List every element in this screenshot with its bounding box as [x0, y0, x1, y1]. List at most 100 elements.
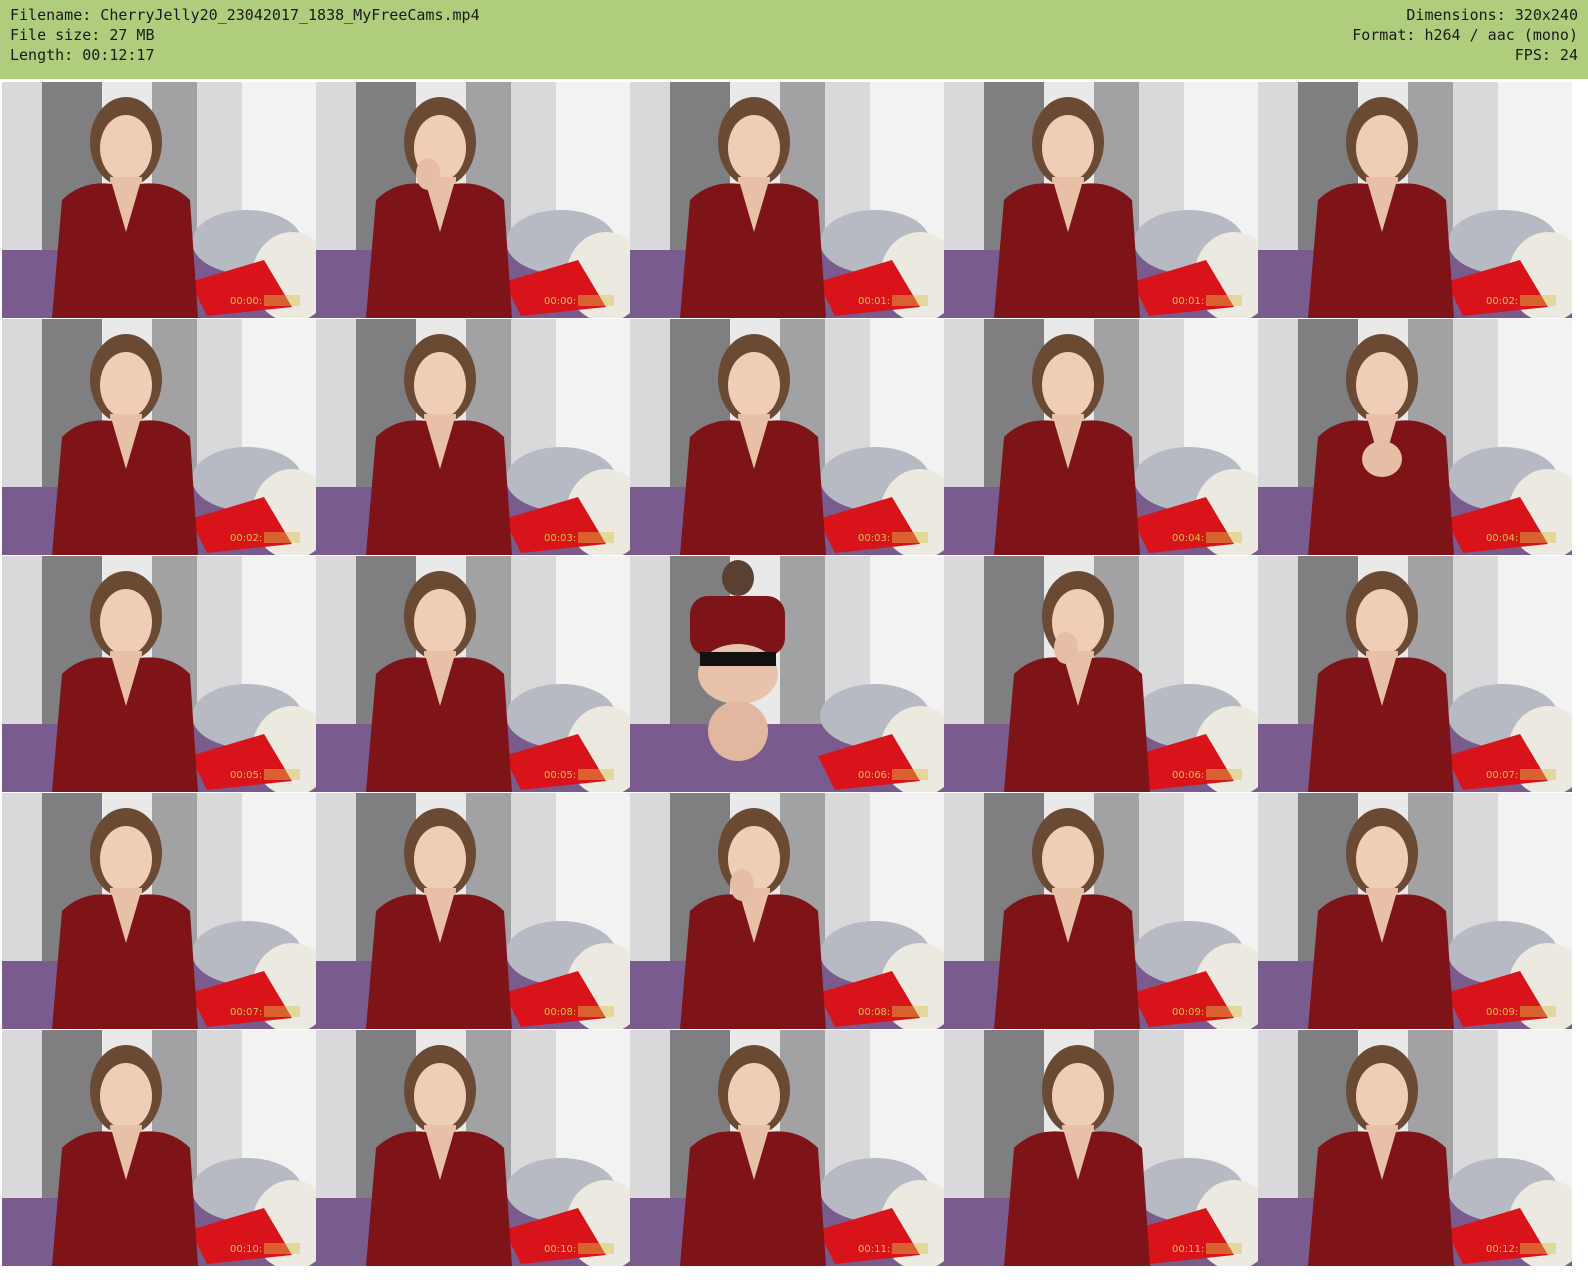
file-info-right: Dimensions: 320x240 Format: h264 / aac (…: [1352, 5, 1578, 65]
fps-line: FPS: 24: [1514, 46, 1578, 64]
filesize-line: File size: 27 MB: [10, 26, 155, 44]
thumbnail-frame: 00:10:: [2, 1030, 316, 1266]
timestamp-label: 00:07:: [1486, 770, 1518, 781]
timestamp-blur: [578, 769, 614, 780]
thumbnail-frame: 00:05:: [2, 556, 316, 792]
timestamp-blur: [1520, 1006, 1556, 1017]
video-still: 00:03:: [316, 319, 630, 555]
timestamp-label: 00:01:: [858, 296, 890, 307]
timestamp-label: 00:09:: [1172, 1007, 1204, 1018]
format-line: Format: h264 / aac (mono): [1352, 26, 1578, 44]
thumbnail-frame: 00:05:: [316, 556, 630, 792]
timestamp-blur: [578, 1243, 614, 1254]
thumbnail-frame: 00:09:: [944, 793, 1258, 1029]
timestamp-label: 00:03:: [858, 533, 890, 544]
timestamp-blur: [264, 769, 300, 780]
timestamp-label: 00:09:: [1486, 1007, 1518, 1018]
timestamp-blur: [1206, 1006, 1242, 1017]
timestamp-label: 00:05:: [544, 770, 576, 781]
timestamp-label: 00:11:: [1172, 1244, 1204, 1255]
thumbnail-frame: 00:01:: [944, 82, 1258, 318]
timestamp-label: 00:01:: [1172, 296, 1204, 307]
timestamp-blur: [264, 532, 300, 543]
thumbnail-frame: 00:11:: [630, 1030, 944, 1266]
timestamp-blur: [1520, 1243, 1556, 1254]
timestamp-blur: [1520, 532, 1556, 543]
video-still: 00:04:: [944, 319, 1258, 555]
thumbnail-frame: 00:02:: [2, 319, 316, 555]
timestamp-label: 00:00:: [544, 296, 576, 307]
video-still: 00:12:: [1258, 1030, 1572, 1266]
timestamp-label: 00:08:: [858, 1007, 890, 1018]
video-still: 00:01:: [630, 82, 944, 318]
timestamp-label: 00:06:: [1172, 770, 1204, 781]
thumbnail-frame: 00:08:: [630, 793, 944, 1029]
timestamp-label: 00:02:: [1486, 296, 1518, 307]
timestamp-label: 00:07:: [230, 1007, 262, 1018]
timestamp-label: 00:04:: [1486, 533, 1518, 544]
thumbnail-frame: 00:00:: [316, 82, 630, 318]
timestamp-blur: [892, 1243, 928, 1254]
dimensions-line: Dimensions: 320x240: [1406, 6, 1578, 24]
thumbnail-frame: 00:03:: [630, 319, 944, 555]
timestamp-label: 00:12:: [1486, 1244, 1518, 1255]
video-still: 00:05:: [2, 556, 316, 792]
thumbnail-grid: 00:00: 00:00: 00:01: 00:01: 00:02: 00:02: 00:0…: [0, 80, 1588, 1280]
timestamp-label: 00:02:: [230, 533, 262, 544]
video-still: 00:10:: [2, 1030, 316, 1266]
video-still: 00:03:: [630, 319, 944, 555]
video-still: 00:02:: [1258, 82, 1572, 318]
timestamp-label: 00:03:: [544, 533, 576, 544]
thumbnail-frame: 00:07:: [1258, 556, 1572, 792]
thumbnail-frame: 00:00:: [2, 82, 316, 318]
thumbnail-frame: 00:09:: [1258, 793, 1572, 1029]
timestamp-blur: [892, 295, 928, 306]
timestamp-label: 00:10:: [544, 1244, 576, 1255]
video-still: 00:09:: [1258, 793, 1572, 1029]
video-still: 00:04:: [1258, 319, 1572, 555]
timestamp-label: 00:05:: [230, 770, 262, 781]
timestamp-blur: [578, 1006, 614, 1017]
thumbnail-frame: 00:03:: [316, 319, 630, 555]
timestamp-blur: [1520, 295, 1556, 306]
video-still: 00:00:: [316, 82, 630, 318]
timestamp-label: 00:11:: [858, 1244, 890, 1255]
file-info-left: Filename: CherryJelly20_23042017_1838_My…: [10, 5, 480, 65]
timestamp-label: 00:00:: [230, 296, 262, 307]
video-still: 00:02:: [2, 319, 316, 555]
thumbnail-frame: 00:10:: [316, 1030, 630, 1266]
video-still: 00:00:: [2, 82, 316, 318]
timestamp-blur: [892, 769, 928, 780]
thumbnail-frame: 00:08:: [316, 793, 630, 1029]
video-still: 00:07:: [1258, 556, 1572, 792]
video-still: 00:05:: [316, 556, 630, 792]
video-still: 00:06:: [944, 556, 1258, 792]
timestamp-blur: [264, 295, 300, 306]
thumbnail-frame: 00:04:: [1258, 319, 1572, 555]
video-still: 00:06:: [630, 556, 944, 792]
thumbnail-frame: 00:07:: [2, 793, 316, 1029]
length-line: Length: 00:12:17: [10, 46, 155, 64]
filename-line: Filename: CherryJelly20_23042017_1838_My…: [10, 6, 480, 24]
thumbnail-frame: 00:01:: [630, 82, 944, 318]
thumbnail-frame: 00:04:: [944, 319, 1258, 555]
timestamp-blur: [1206, 532, 1242, 543]
timestamp-blur: [264, 1006, 300, 1017]
thumbnail-frame: 00:02:: [1258, 82, 1572, 318]
timestamp-blur: [892, 1006, 928, 1017]
timestamp-label: 00:08:: [544, 1007, 576, 1018]
timestamp-blur: [1206, 1243, 1242, 1254]
thumbnail-frame: 00:12:: [1258, 1030, 1572, 1266]
video-still: 00:11:: [944, 1030, 1258, 1266]
thumbnail-frame: 00:11:: [944, 1030, 1258, 1266]
thumbnail-frame: 00:06:: [944, 556, 1258, 792]
video-still: 00:10:: [316, 1030, 630, 1266]
timestamp-label: 00:04:: [1172, 533, 1204, 544]
timestamp-blur: [1206, 769, 1242, 780]
timestamp-blur: [892, 532, 928, 543]
timestamp-blur: [578, 532, 614, 543]
timestamp-label: 00:10:: [230, 1244, 262, 1255]
video-still: 00:01:: [944, 82, 1258, 318]
video-still: 00:09:: [944, 793, 1258, 1029]
video-still: 00:08:: [630, 793, 944, 1029]
